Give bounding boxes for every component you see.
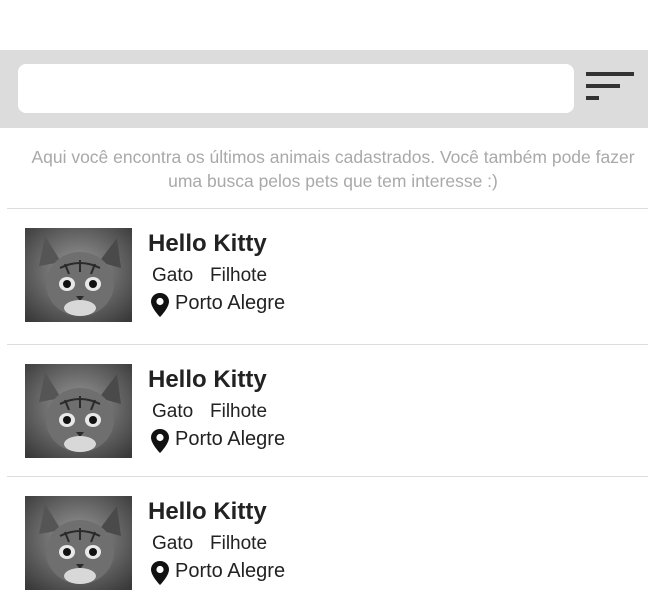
kitten-photo	[25, 228, 132, 322]
search-bar	[0, 50, 648, 128]
kitten-photo	[25, 496, 132, 590]
pet-card[interactable]: Hello Kitty Gato Filhote Porto Alegre	[0, 228, 648, 338]
pet-location: Porto Alegre	[175, 292, 286, 314]
pet-age: Filhote	[210, 401, 268, 422]
pet-name: Hello Kitty	[148, 366, 267, 393]
pet-name: Hello Kitty	[148, 230, 267, 257]
pet-card[interactable]: Hello Kitty Gato Filhote Porto Alegre	[0, 364, 648, 474]
pet-location: Porto Alegre	[175, 560, 286, 582]
pet-location: Porto Alegre	[175, 428, 286, 450]
filter-lines-icon	[586, 72, 634, 100]
map-pin-icon	[151, 561, 169, 585]
pet-species: Gato	[152, 401, 194, 422]
kitten-photo	[25, 364, 132, 458]
search-input[interactable]	[18, 64, 574, 113]
map-pin-icon	[151, 293, 169, 317]
filter-button[interactable]	[584, 70, 636, 106]
divider	[7, 476, 648, 477]
intro-text: Aqui você encontra os últimos animais ca…	[31, 147, 635, 191]
pet-age: Filhote	[210, 533, 268, 554]
pet-species: Gato	[152, 533, 194, 554]
pet-species: Gato	[152, 265, 194, 286]
pet-age: Filhote	[210, 265, 268, 286]
pet-name: Hello Kitty	[148, 498, 267, 525]
divider	[7, 208, 648, 209]
divider	[7, 344, 648, 345]
map-pin-icon	[151, 429, 169, 453]
